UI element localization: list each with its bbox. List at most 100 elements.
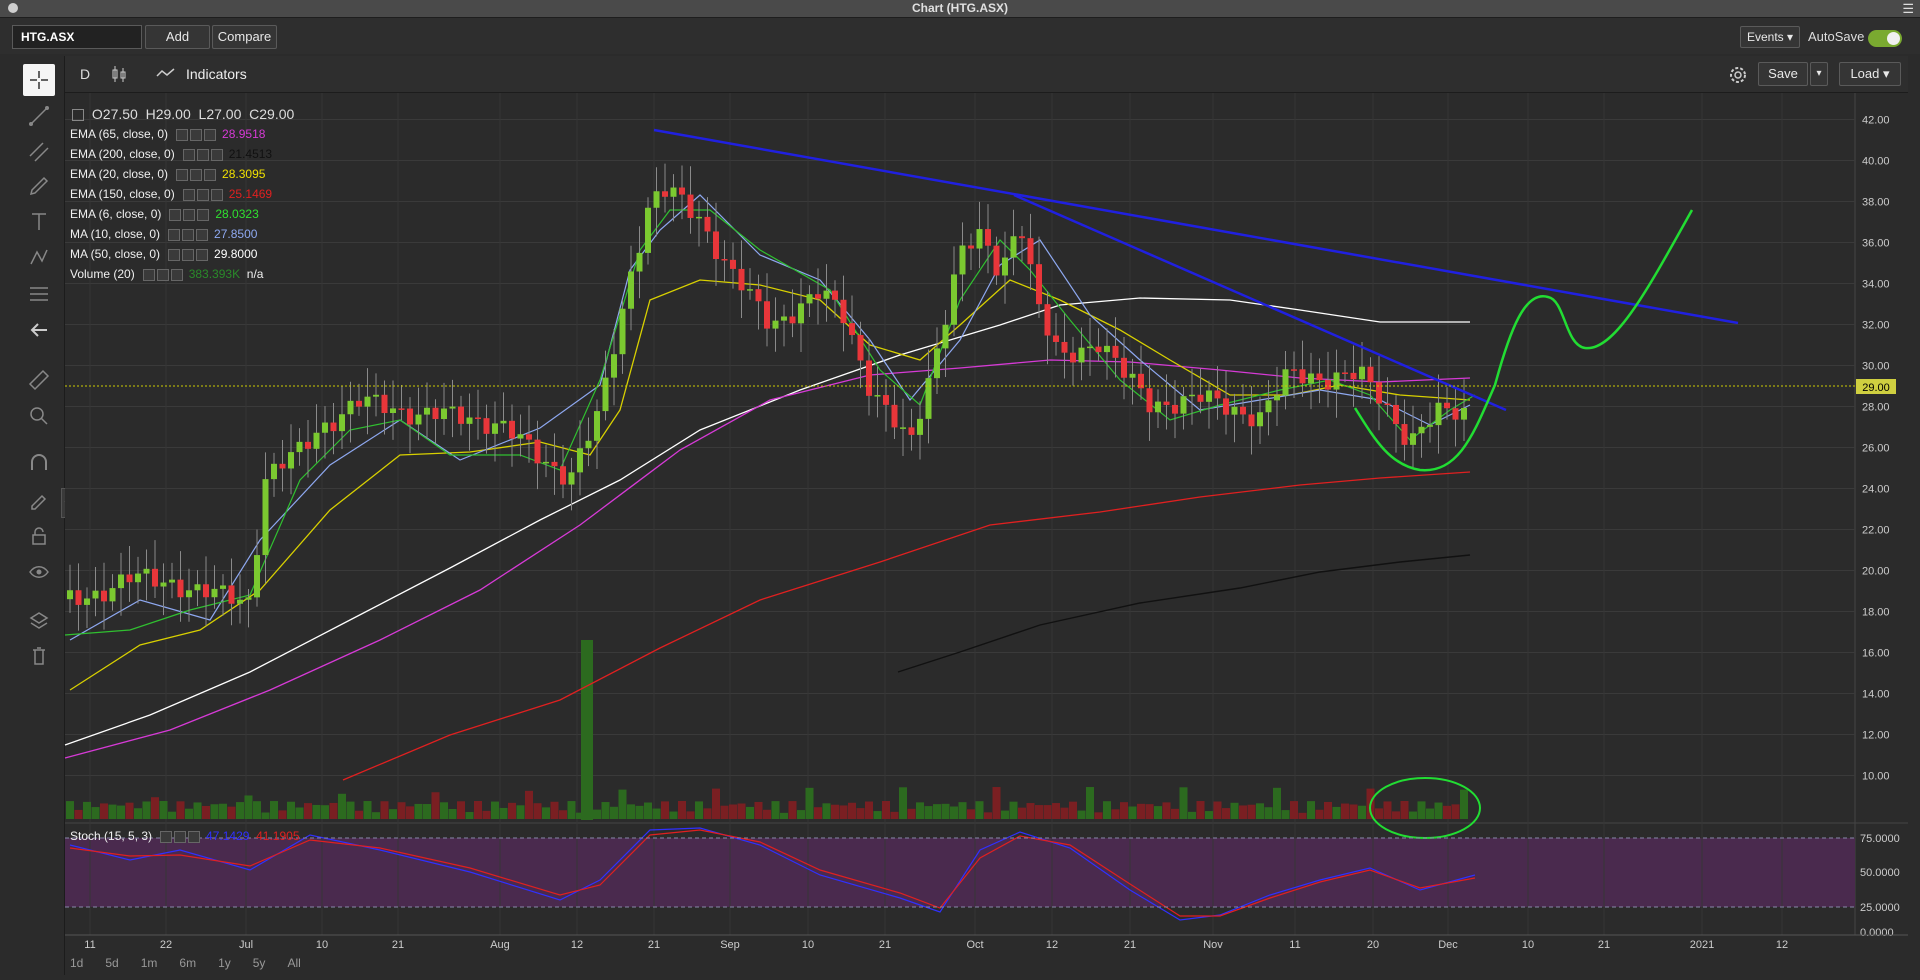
date-tick-label: Oct [966, 939, 983, 951]
range-1y[interactable]: 1y [218, 956, 231, 970]
candle [568, 472, 575, 485]
candle [1002, 257, 1008, 276]
candle [1053, 335, 1059, 342]
volume-bar [321, 805, 329, 819]
candle [934, 348, 940, 379]
volume-bar [372, 812, 380, 819]
volume-bar [406, 806, 414, 819]
range-1m[interactable]: 1m [141, 956, 158, 970]
candle [874, 395, 881, 397]
volume-bar [491, 801, 499, 819]
candle [1223, 398, 1229, 415]
candle [432, 407, 439, 420]
legend-row[interactable]: EMA (65, close, 0) 28.9518 [70, 126, 265, 142]
volume-bar [581, 640, 593, 820]
close-value: C29.00 [249, 106, 295, 122]
candle [1257, 412, 1263, 427]
candle [1197, 394, 1204, 402]
candle [169, 579, 175, 583]
stoch-legend[interactable]: Stoch (15, 5, 3) 47.1429 41.1905 [70, 828, 300, 844]
volume-bar [1460, 789, 1468, 819]
volume-bar [831, 804, 839, 819]
indicator-controls[interactable] [182, 186, 225, 202]
candle [1444, 402, 1450, 409]
volume-bar [559, 810, 567, 819]
indicator-controls[interactable] [169, 206, 211, 222]
range-6m[interactable]: 6m [179, 956, 196, 970]
candle [772, 320, 779, 329]
candle [704, 216, 711, 232]
candle [1359, 366, 1365, 380]
candle [653, 191, 660, 208]
candle [152, 568, 158, 587]
volume-bar [593, 809, 601, 819]
candle [543, 461, 549, 464]
candle [262, 479, 269, 556]
date-tick-label: 20 [1367, 939, 1379, 951]
price-tick-label: 32.00 [1862, 320, 1890, 332]
indicator-value: 383.393K [188, 267, 241, 281]
volume-bar [1137, 803, 1145, 819]
candle [1291, 369, 1297, 371]
volume-bar [1290, 801, 1298, 819]
legend-row[interactable]: EMA (200, close, 0) 21.4513 [70, 146, 272, 162]
candle [500, 420, 507, 424]
legend-row[interactable]: Volume (20) 383.393K n/a [70, 266, 263, 282]
legend-row[interactable]: EMA (20, close, 0) 28.3095 [70, 166, 265, 182]
indicator-value: 25.1469 [228, 187, 273, 201]
candle [356, 400, 362, 407]
candle [509, 420, 515, 439]
indicator-controls[interactable] [142, 266, 185, 282]
candle [1342, 372, 1348, 374]
candle [917, 418, 923, 435]
indicator-controls[interactable] [176, 166, 218, 182]
price-tick-label: 12.00 [1862, 730, 1890, 742]
indicator-controls[interactable] [176, 126, 218, 142]
candle [636, 252, 643, 272]
candle [126, 574, 133, 583]
volume-bar [992, 787, 1001, 819]
range-5y[interactable]: 5y [253, 956, 266, 970]
candle [1393, 404, 1399, 425]
volume-bar [236, 802, 244, 819]
candle [602, 377, 609, 412]
range-all[interactable]: All [287, 956, 300, 970]
candle [670, 187, 677, 197]
volume-bar [304, 803, 312, 819]
candle [755, 289, 762, 302]
volume-bar [142, 801, 151, 819]
candle [900, 427, 906, 429]
date-tick-label: 21 [648, 939, 660, 951]
indicator-controls[interactable] [168, 226, 210, 242]
volume-bar [1052, 803, 1060, 819]
indicator-controls[interactable] [182, 146, 225, 162]
candle [381, 394, 388, 414]
legend-row[interactable]: EMA (150, close, 0) 25.1469 [70, 186, 272, 202]
candle [764, 301, 770, 329]
candle [849, 323, 855, 336]
candle [1367, 366, 1374, 383]
volume-bar [1443, 805, 1451, 819]
price-tick-label: 16.00 [1862, 648, 1890, 660]
candle [1282, 369, 1289, 396]
candle [1384, 403, 1391, 406]
candle [109, 588, 116, 602]
price-tick-label: 22.00 [1862, 525, 1890, 537]
indicator-controls[interactable] [160, 828, 202, 844]
range-1d[interactable]: 1d [70, 956, 83, 970]
legend-row[interactable]: MA (10, close, 0) 27.8500 [70, 226, 257, 242]
indicator-controls[interactable] [168, 246, 210, 262]
legend-row[interactable]: MA (50, close, 0) 29.8000 [70, 246, 257, 262]
candle [1044, 304, 1051, 336]
volume-bar [652, 808, 661, 819]
volume-bar [244, 795, 253, 819]
range-selector: 1d 5d 1m 6m 1y 5y All [70, 956, 323, 970]
candle [687, 194, 694, 218]
range-5d[interactable]: 5d [105, 956, 118, 970]
legend-row[interactable]: EMA (6, close, 0) 28.0323 [70, 206, 259, 222]
collapse-legend-icon[interactable] [72, 109, 84, 122]
candle [942, 324, 949, 349]
volume-bar [440, 802, 448, 819]
price-tick-label: 24.00 [1862, 484, 1890, 496]
candle [118, 574, 124, 589]
